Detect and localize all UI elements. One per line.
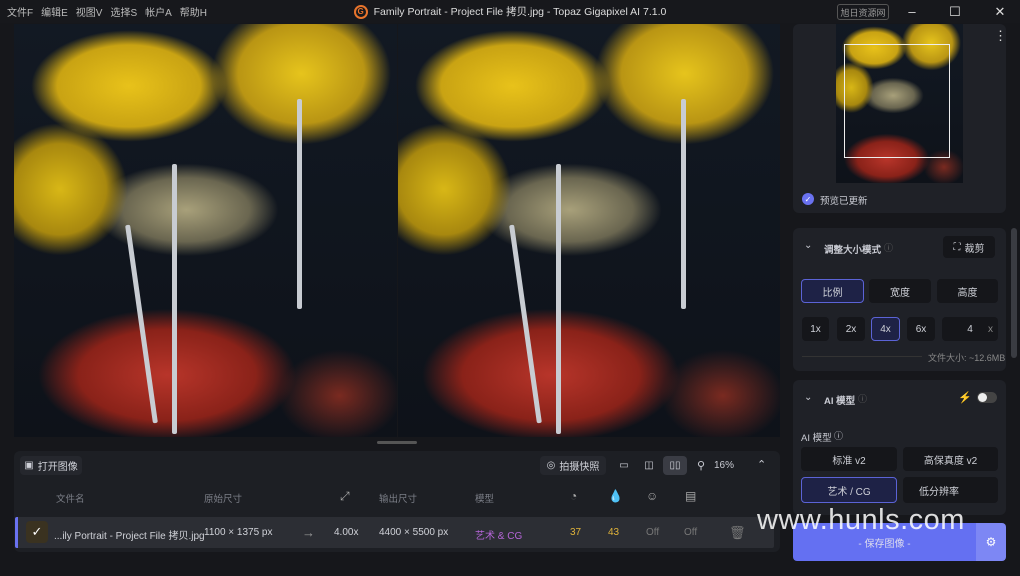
export-settings-button[interactable]: ⚙: [976, 523, 1006, 561]
scrollbar[interactable]: [1011, 228, 1017, 358]
save-image-button[interactable]: - 保存图像 -: [793, 523, 976, 561]
row-original-size: 1100 × 1375 px: [204, 527, 273, 538]
custom-scale-value: 4: [967, 323, 973, 335]
custom-scale-unit: x: [988, 323, 993, 335]
lightning-icon: ⚡: [958, 392, 972, 404]
view-single-button[interactable]: ▭: [613, 456, 635, 475]
row-denoise: 37: [570, 527, 582, 538]
custom-scale-input[interactable]: 4x: [942, 317, 998, 341]
header-output-size[interactable]: 输出尺寸: [379, 491, 417, 505]
model-high-fidelity-button[interactable]: 高保真度 v2: [903, 447, 998, 471]
scale-4x-button[interactable]: 4x: [871, 317, 900, 341]
more-options-icon[interactable]: ⋮: [994, 28, 1007, 44]
panel-resize-handle[interactable]: [377, 441, 417, 444]
maximize-button[interactable]: ☐: [935, 0, 975, 23]
divider: [802, 356, 922, 357]
mode-ratio-button[interactable]: 比例: [801, 279, 864, 303]
menu-view[interactable]: 视图V: [72, 4, 107, 19]
menu-help[interactable]: 帮助H: [176, 4, 211, 19]
scale-1x-button[interactable]: 1x: [802, 317, 829, 341]
ai-model-title: AI 模型: [824, 396, 856, 407]
scale-2x-button[interactable]: 2x: [837, 317, 865, 341]
row-output-size: 4400 × 5500 px: [379, 527, 449, 538]
row-filename: ...ily Portrait - Project File 拷贝.jpg: [54, 531, 205, 542]
compress-icon: ▤: [685, 489, 697, 503]
original-image-pane[interactable]: [14, 24, 397, 437]
row-sharpen: 43: [608, 527, 620, 538]
ai-toggle[interactable]: [977, 392, 997, 403]
open-image-button[interactable]: ▣ 打开图像: [20, 456, 82, 475]
camera-icon: ◎: [546, 460, 556, 471]
header-filename[interactable]: 文件名: [56, 491, 85, 505]
delete-icon[interactable]: 🗑: [729, 525, 746, 541]
chevron-down-icon[interactable]: ⌄: [804, 392, 812, 403]
viewport-rectangle[interactable]: [844, 44, 950, 158]
preview-status: 预览已更新: [820, 196, 868, 207]
menu-select[interactable]: 选择S: [106, 4, 141, 19]
crop-icon: ⛶: [953, 241, 961, 253]
header-model[interactable]: 模型: [475, 491, 494, 505]
face-icon: ☺: [646, 489, 659, 503]
scale-6x-button[interactable]: 6x: [907, 317, 935, 341]
file-size: 文件大小: ~12.6MB: [928, 353, 1006, 363]
watermark-badge: 旭日资源网: [837, 4, 889, 20]
menu-account[interactable]: 帐户A: [141, 4, 176, 19]
mode-width-button[interactable]: 宽度: [869, 279, 931, 303]
row-model: 艺术 & CG: [475, 531, 523, 542]
mode-height-button[interactable]: 高度: [937, 279, 998, 303]
menu-edit[interactable]: 编辑E: [37, 4, 72, 19]
minimize-button[interactable]: –: [892, 0, 932, 23]
denoise-icon: ◔: [570, 489, 578, 503]
model-low-res-button[interactable]: 低分辨率: [903, 477, 998, 503]
expand-icon: ⤢: [340, 489, 350, 503]
resize-title: 调整大小模式: [824, 245, 882, 256]
image-icon: ▣: [24, 460, 34, 471]
crop-button[interactable]: ⛶ 裁剪: [943, 236, 995, 258]
model-art-cg-button[interactable]: 艺术 / CG: [801, 477, 897, 503]
sharpen-drop-icon: 💧: [608, 489, 623, 503]
row-thumbnail-checkbox[interactable]: ✓: [26, 521, 48, 543]
zoom-level[interactable]: 16%: [714, 460, 734, 471]
zoom-icon: ⚲: [697, 460, 706, 472]
check-icon: ✓: [802, 193, 814, 205]
menu-file[interactable]: 文件F: [3, 4, 37, 19]
preview-photo: [398, 24, 780, 437]
chevron-up-icon[interactable]: ⌃: [757, 458, 766, 471]
close-button[interactable]: ✕: [980, 0, 1020, 23]
arrow-right-icon: →: [302, 525, 315, 540]
view-split-button[interactable]: ◫: [638, 456, 660, 475]
view-side-by-side-button[interactable]: ▯▯: [663, 456, 687, 475]
snapshot-label: 拍摄快照: [559, 462, 600, 473]
header-original-size[interactable]: 原始尺寸: [204, 491, 242, 505]
model-standard-button[interactable]: 标准 v2: [801, 447, 897, 471]
preview-image-pane[interactable]: [398, 24, 780, 437]
open-image-label: 打开图像: [37, 462, 78, 473]
original-photo: [14, 24, 397, 437]
row-scale: 4.00x: [334, 527, 359, 538]
row-face: Off: [646, 527, 660, 538]
chevron-down-icon[interactable]: ⌄: [804, 240, 812, 251]
snapshot-button[interactable]: ◎ 拍摄快照: [540, 456, 606, 475]
info-icon[interactable]: ⓘ: [834, 429, 843, 442]
info-icon[interactable]: ⓘ: [884, 241, 893, 254]
crop-label: 裁剪: [964, 243, 985, 255]
info-icon[interactable]: ⓘ: [858, 392, 867, 405]
ai-model-sublabel: AI 模型: [801, 433, 832, 444]
row-compress: Off: [684, 527, 698, 538]
navigator-thumbnail[interactable]: [836, 24, 963, 183]
